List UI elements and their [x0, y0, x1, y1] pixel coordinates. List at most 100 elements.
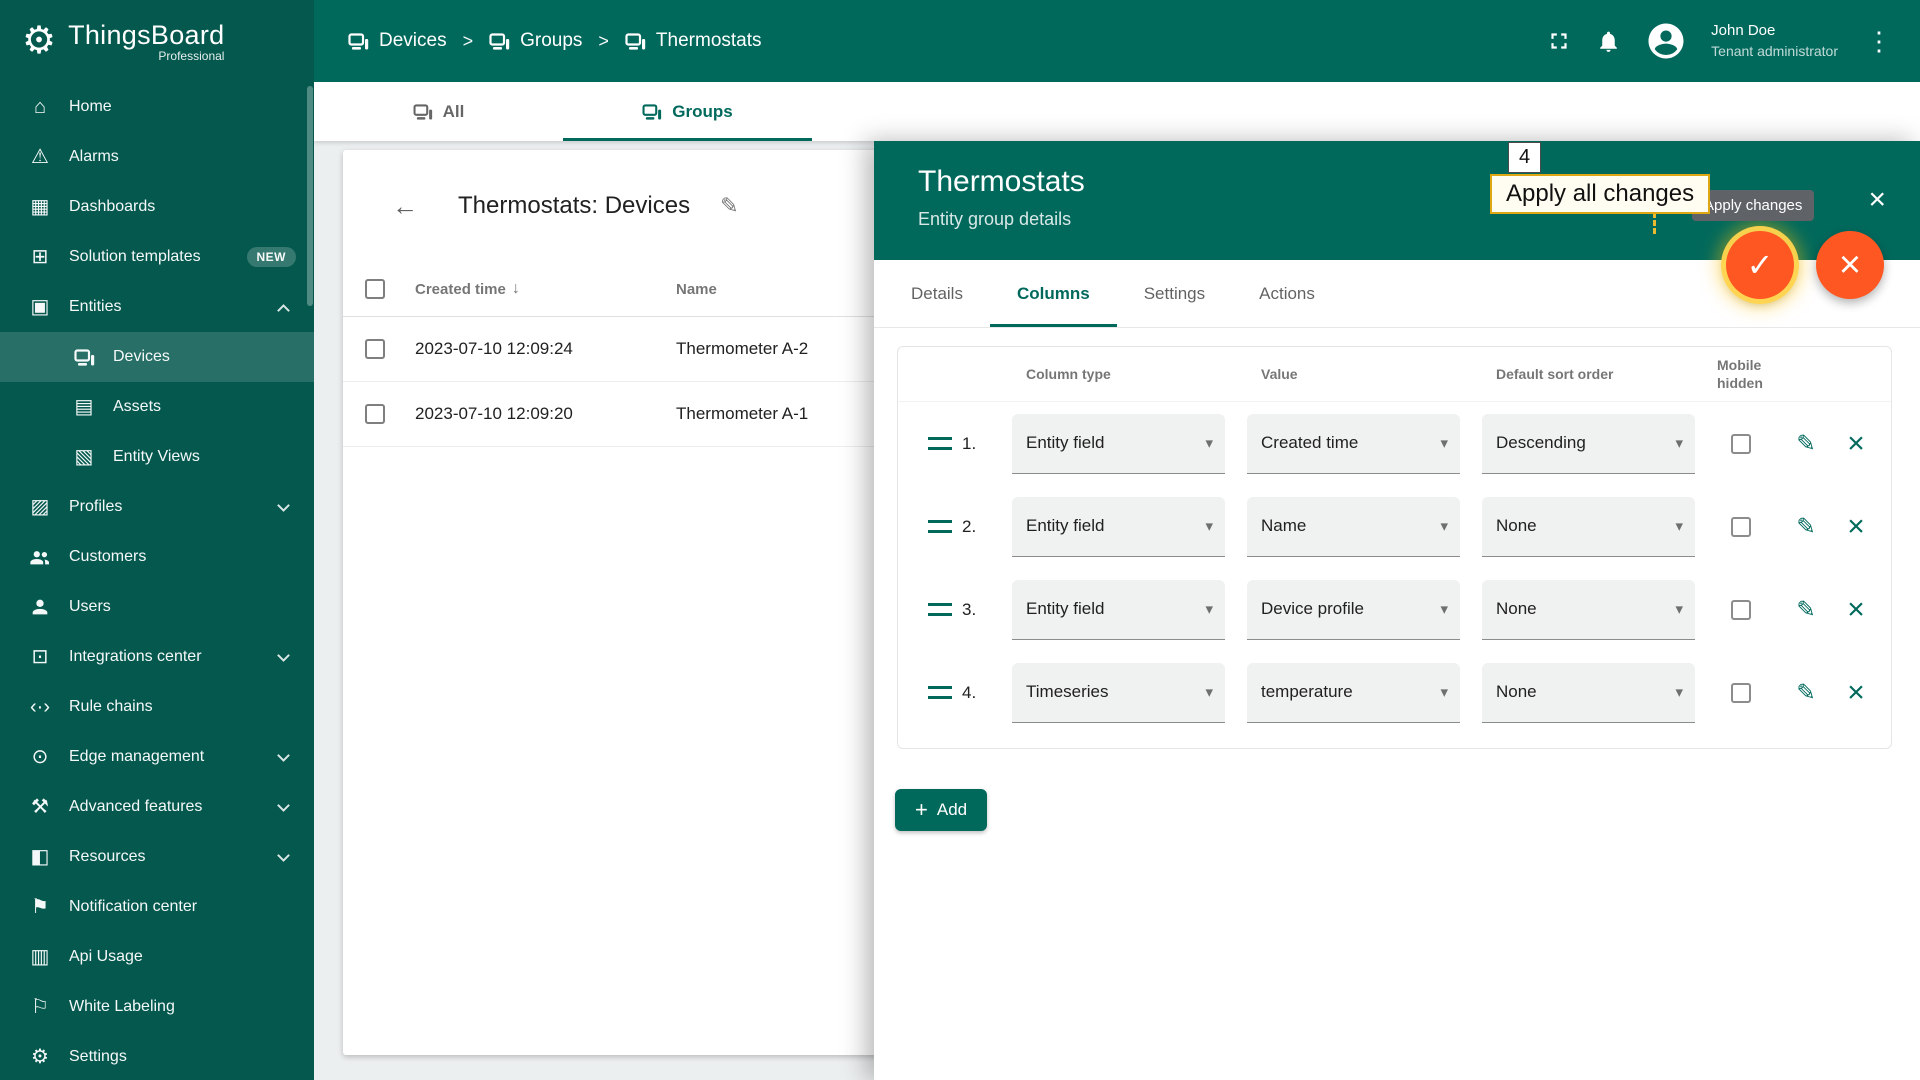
sort-order-select[interactable]: None ▾ — [1482, 579, 1695, 640]
chevron-down-icon — [277, 498, 290, 512]
drag-handle-icon[interactable] — [928, 520, 952, 533]
sidebar-item-home[interactable]: ⌂ Home — [0, 82, 314, 132]
tab-actions[interactable]: Actions — [1232, 260, 1342, 327]
add-column-button[interactable]: + Add — [895, 789, 988, 831]
api-usage-icon: ▥ — [30, 946, 50, 968]
avatar[interactable] — [1645, 20, 1687, 62]
mobile-hidden-checkbox[interactable] — [1731, 516, 1751, 537]
check-icon: ✓ — [1746, 247, 1774, 283]
edit-column-icon[interactable]: ✎ — [1796, 430, 1815, 457]
user-name: John Doe — [1711, 22, 1776, 40]
value-select[interactable]: temperature ▾ — [1247, 662, 1460, 723]
sidebar-item-solution-templates[interactable]: ⊞ Solution templates NEW — [0, 232, 314, 282]
back-arrow-icon[interactable]: ← — [392, 191, 418, 222]
value-header: Value — [1261, 366, 1298, 382]
user-menu[interactable]: John Doe Tenant administrator — [1711, 21, 1838, 60]
kebab-menu-icon[interactable]: ⋮ — [1862, 26, 1896, 57]
value-select[interactable]: Device profile ▾ — [1247, 579, 1460, 640]
mobile-hidden-checkbox[interactable] — [1731, 433, 1751, 454]
sidebar-item-entity-views[interactable]: ▧ Entity Views — [0, 432, 314, 482]
edit-column-icon[interactable]: ✎ — [1796, 679, 1815, 706]
sidebar-item-white-labeling[interactable]: ⚐ White Labeling — [0, 982, 314, 1032]
mobile-hidden-checkbox[interactable] — [1731, 682, 1751, 703]
sidebar-item-notification-center[interactable]: ⚑ Notification center — [0, 882, 314, 932]
app-edition: Professional — [158, 48, 225, 63]
sidebar-item-users[interactable]: Users — [0, 582, 314, 632]
plus-icon: + — [915, 797, 928, 822]
apply-changes-button[interactable]: ✓ — [1726, 231, 1794, 299]
sort-order-select[interactable]: Descending ▾ — [1482, 413, 1695, 474]
default-sort-order-header: Default sort order — [1496, 366, 1614, 382]
column-type-select[interactable]: Entity field ▾ — [1012, 496, 1225, 557]
edit-column-icon[interactable]: ✎ — [1796, 513, 1815, 540]
sidebar-item-devices[interactable]: Devices — [0, 332, 314, 382]
created-time-column-header[interactable]: Created time ↓ — [415, 280, 676, 298]
dashboards-icon: ▦ — [30, 196, 50, 218]
sidebar-scrollbar[interactable] — [307, 86, 313, 306]
column-type-header: Column type — [1026, 366, 1111, 382]
drag-handle-icon[interactable] — [928, 686, 952, 699]
tab-settings[interactable]: Settings — [1117, 260, 1232, 327]
sidebar-item-entities[interactable]: ▣ Entities — [0, 282, 314, 332]
edit-group-title-icon[interactable]: ✎ — [720, 193, 738, 219]
sidebar-item-customers[interactable]: Customers — [0, 532, 314, 582]
dropdown-arrow-icon: ▾ — [1440, 684, 1448, 701]
entity-views-icon: ▧ — [74, 446, 94, 468]
value-select[interactable]: Name ▾ — [1247, 496, 1460, 557]
tab-details[interactable]: Details — [884, 260, 990, 327]
sort-order-select[interactable]: None ▾ — [1482, 496, 1695, 557]
dropdown-arrow-icon: ▾ — [1675, 435, 1683, 452]
sidebar-item-alarms[interactable]: ⚠ Alarms — [0, 132, 314, 182]
sidebar-item-integrations-center[interactable]: ⊡ Integrations center — [0, 632, 314, 682]
value-select[interactable]: Created time ▾ — [1247, 413, 1460, 474]
tab-columns[interactable]: Columns — [990, 260, 1117, 327]
row-index: 4. — [962, 682, 977, 702]
sidebar-item-resources[interactable]: ◧ Resources — [0, 832, 314, 882]
breadcrumb-devices[interactable]: Devices — [348, 30, 447, 52]
sidebar-item-assets[interactable]: ▤ Assets — [0, 382, 314, 432]
edit-column-icon[interactable]: ✎ — [1796, 596, 1815, 623]
fullscreen-icon[interactable] — [1546, 28, 1572, 54]
remove-column-icon[interactable]: × — [1847, 677, 1865, 708]
sidebar-item-api-usage[interactable]: ▥ Api Usage — [0, 932, 314, 982]
drag-handle-icon[interactable] — [928, 437, 952, 450]
user-role: Tenant administrator — [1711, 42, 1838, 59]
sidebar-item-settings[interactable]: ⚙ Settings — [0, 1032, 314, 1080]
dropdown-arrow-icon: ▾ — [1675, 601, 1683, 618]
cancel-x-icon: × — [1838, 243, 1862, 286]
remove-column-icon[interactable]: × — [1847, 594, 1865, 625]
column-type-select[interactable]: Entity field ▾ — [1012, 413, 1225, 474]
sidebar-item-edge-management[interactable]: ⊙ Edge management — [0, 732, 314, 782]
sidebar-item-dashboards[interactable]: ▦ Dashboards — [0, 182, 314, 232]
sidebar-item-rule-chains[interactable]: ‹·› Rule chains — [0, 682, 314, 732]
breadcrumb-thermostats[interactable]: Thermostats — [625, 30, 762, 52]
notifications-bell-icon[interactable] — [1596, 29, 1621, 54]
mobile-hidden-checkbox[interactable] — [1731, 599, 1751, 620]
tab-all[interactable]: All — [314, 82, 563, 141]
dropdown-arrow-icon: ▾ — [1205, 684, 1213, 701]
breadcrumb-groups[interactable]: Groups — [489, 30, 582, 52]
device-groups-icon — [489, 32, 510, 50]
tab-groups[interactable]: Groups — [563, 82, 812, 141]
column-type-select[interactable]: Entity field ▾ — [1012, 579, 1225, 640]
sort-order-select[interactable]: None ▾ — [1482, 662, 1695, 723]
sort-descending-icon: ↓ — [511, 280, 520, 297]
close-icon[interactable]: × — [1868, 185, 1886, 215]
app-logo[interactable]: ⚙ ThingsBoard Professional — [0, 0, 314, 82]
remove-column-icon[interactable]: × — [1847, 511, 1865, 542]
group-title: Thermostats: Devices — [458, 192, 691, 219]
white-labeling-icon: ⚐ — [31, 996, 49, 1018]
drag-handle-icon[interactable] — [928, 603, 952, 616]
row-checkbox[interactable] — [365, 339, 385, 359]
select-all-checkbox[interactable] — [365, 279, 385, 299]
sidebar-item-advanced-features[interactable]: ⚒ Advanced features — [0, 782, 314, 832]
sidebar-item-profiles[interactable]: ▨ Profiles — [0, 482, 314, 532]
row-index: 2. — [962, 516, 977, 536]
cancel-changes-button[interactable]: × — [1816, 231, 1884, 299]
chevron-down-icon — [277, 648, 290, 662]
row-checkbox[interactable] — [365, 404, 385, 424]
remove-column-icon[interactable]: × — [1847, 428, 1865, 459]
chevron-up-icon — [277, 303, 290, 317]
column-type-select[interactable]: Timeseries ▾ — [1012, 662, 1225, 723]
mobile-hidden-header: Mobile hidden — [1717, 356, 1763, 391]
